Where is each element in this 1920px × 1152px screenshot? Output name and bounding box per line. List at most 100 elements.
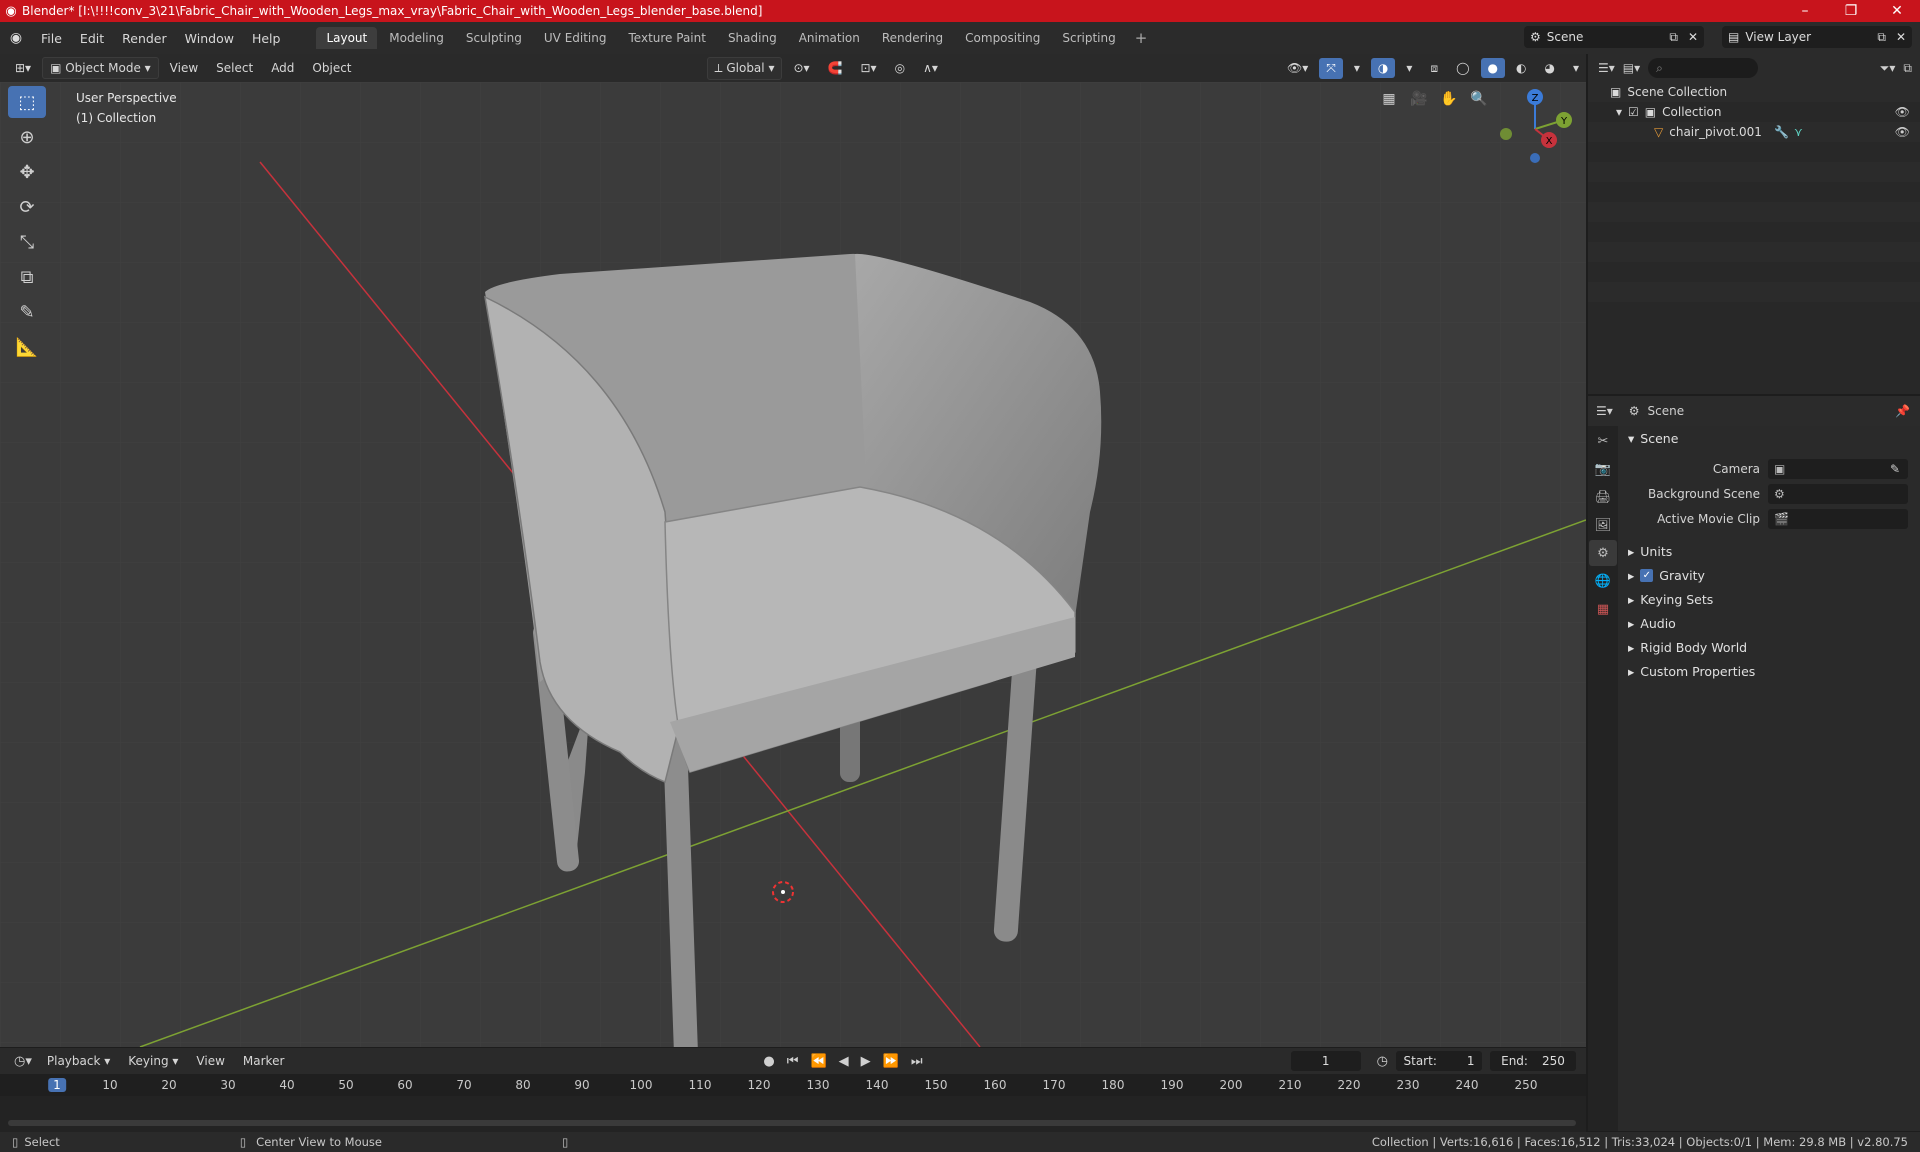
eye-icon[interactable]: 👁 (1895, 105, 1910, 119)
outliner-editor-icon[interactable]: ☰▾ (1598, 61, 1615, 75)
workspace-tab-modeling[interactable]: Modeling (379, 27, 454, 49)
outliner-row-scene-collection[interactable]: ▣ Scene Collection (1588, 82, 1920, 102)
timeline-editor-icon[interactable]: ◷▾ (10, 1054, 36, 1069)
transform-orientation-dropdown[interactable]: ⟂ Global ▾ (706, 56, 783, 80)
workspace-tab-compositing[interactable]: Compositing (955, 27, 1050, 49)
menu-marker[interactable]: Marker (236, 1051, 291, 1071)
pin-icon[interactable]: 📌 (1895, 404, 1920, 418)
xray-icon[interactable]: ⧈ (1423, 58, 1445, 79)
jump-start-icon[interactable]: ⏮ (783, 1054, 803, 1069)
blender-menu-icon[interactable]: ◉ (0, 30, 32, 46)
gizmo-toggle-icon[interactable]: ⤧ (1319, 57, 1343, 79)
jump-end-icon[interactable]: ⏭ (907, 1054, 927, 1069)
record-icon[interactable]: ● (759, 1054, 778, 1069)
menu-help[interactable]: Help (243, 31, 290, 46)
keying-sets-panel-header[interactable]: ▸ Keying Sets (1620, 587, 1920, 611)
workspace-tab-sculpting[interactable]: Sculpting (456, 27, 532, 49)
scene-tab-icon[interactable]: ⚙ (1589, 540, 1617, 566)
snap-target-icon[interactable]: ⊡▾ (854, 58, 884, 78)
modifier-icon[interactable]: 🔧 (1774, 125, 1789, 139)
cursor-icon[interactable]: ⊕ (8, 121, 46, 153)
menu-select[interactable]: Select (209, 58, 260, 78)
snap-icon[interactable]: 🧲 (821, 58, 850, 78)
menu-object[interactable]: Object (305, 58, 358, 78)
menu-edit[interactable]: Edit (71, 31, 113, 46)
render-tab-icon[interactable]: 📷 (1589, 456, 1617, 482)
start-frame-field[interactable]: Start: 1 (1396, 1051, 1482, 1071)
scene-selector[interactable]: ⚙ Scene ⧉ ✕ (1524, 26, 1704, 48)
mode-dropdown[interactable]: ▣ Object Mode ▾ (42, 57, 159, 79)
custom-properties-panel-header[interactable]: ▸ Custom Properties (1620, 659, 1920, 683)
audio-panel-header[interactable]: ▸ Audio (1620, 611, 1920, 635)
units-panel-header[interactable]: ▸ Units (1620, 539, 1920, 563)
expand-arrow-icon[interactable]: ▾ (1616, 105, 1628, 119)
zoom-view-icon[interactable]: 🔍 (1466, 86, 1492, 112)
menu-file[interactable]: File (32, 31, 71, 46)
rendered-shading-icon[interactable]: ◕ (1537, 58, 1561, 78)
new-collection-icon[interactable]: ⧉ (1903, 61, 1920, 76)
current-frame-field[interactable]: 1 (1290, 1051, 1361, 1071)
scene-panel-header[interactable]: ▾ Scene (1620, 426, 1920, 450)
workspace-tab-layout[interactable]: Layout (316, 27, 378, 49)
workspace-tab-uv-editing[interactable]: UV Editing (534, 27, 617, 49)
menu-window[interactable]: Window (176, 31, 243, 46)
outliner-row-object[interactable]: ▽ chair_pivot.001 🔧 ⋎ 👁 (1588, 122, 1920, 142)
transform-icon[interactable]: ⧉ (8, 261, 46, 293)
workspace-tab-shading[interactable]: Shading (718, 27, 787, 49)
menu-view[interactable]: View (163, 58, 205, 78)
annotate-icon[interactable]: ✎ (8, 296, 46, 328)
include-checkbox[interactable]: ☑ (1628, 105, 1645, 119)
solid-shading-icon[interactable]: ● (1480, 58, 1505, 78)
output-tab-icon[interactable]: 🖨 (1589, 484, 1617, 510)
select-box-icon[interactable]: ⬚ (8, 86, 46, 118)
camera-field[interactable]: ▣ (1768, 458, 1908, 479)
active-movie-clip-field[interactable]: 🎬 (1768, 508, 1908, 529)
shading-dropdown-icon[interactable]: ▾ (1566, 58, 1586, 78)
proportional-edit-icon[interactable]: ◎ (888, 58, 912, 78)
menu-keying[interactable]: Keying ▾ (121, 1051, 185, 1071)
rigid-body-world-panel-header[interactable]: ▸ Rigid Body World (1620, 635, 1920, 659)
visibility-icon[interactable]: 👁▾ (1280, 58, 1315, 78)
overlay-dropdown-icon[interactable]: ▾ (1399, 58, 1419, 78)
material-shading-icon[interactable]: ◐ (1509, 58, 1533, 78)
menu-playback[interactable]: Playback ▾ (40, 1051, 117, 1071)
menu-render[interactable]: Render (113, 31, 176, 46)
texture-tab-icon[interactable]: ▦ (1589, 596, 1617, 622)
outliner-search-input[interactable]: ⌕ (1648, 58, 1759, 78)
overlay-toggle-icon[interactable]: ◑ (1370, 58, 1396, 78)
close-button[interactable]: ✕ (1874, 3, 1920, 19)
mesh-data-icon[interactable]: ⋎ (1794, 125, 1803, 139)
play-icon[interactable]: ▶ (857, 1054, 875, 1069)
measure-icon[interactable]: 📐 (8, 331, 46, 363)
play-reverse-icon[interactable]: ◀ (835, 1054, 853, 1069)
filter-icon[interactable]: ⏷▾ (1880, 61, 1896, 76)
workspace-tab-scripting[interactable]: Scripting (1052, 27, 1125, 49)
eye-icon[interactable]: 👁 (1895, 125, 1910, 139)
delete-view-layer-icon[interactable]: ✕ (1890, 30, 1912, 44)
end-frame-field[interactable]: End: 250 (1490, 1051, 1576, 1071)
rotate-icon[interactable]: ⟳ (8, 191, 46, 223)
maximize-button[interactable]: ❐ (1828, 3, 1874, 19)
gizmo-dropdown-icon[interactable]: ▾ (1347, 58, 1367, 78)
next-keyframe-icon[interactable]: ⏩ (879, 1054, 903, 1069)
move-icon[interactable]: ✥ (8, 156, 46, 188)
world-tab-icon[interactable]: 🌐 (1589, 568, 1617, 594)
workspace-tab-texture-paint[interactable]: Texture Paint (619, 27, 716, 49)
camera-view-icon[interactable]: 🎥 (1406, 86, 1432, 112)
new-scene-icon[interactable]: ⧉ (1665, 30, 1682, 45)
wireframe-shading-icon[interactable]: ◯ (1449, 58, 1476, 78)
gravity-panel-header[interactable]: ▸ ✓ Gravity (1620, 563, 1920, 587)
view-layer-selector[interactable]: ▤ View Layer ⧉ ✕ (1722, 26, 1912, 48)
scale-icon[interactable]: ⤡ (8, 226, 46, 258)
new-view-layer-icon[interactable]: ⧉ (1873, 30, 1890, 45)
background-scene-field[interactable]: ⚙ (1768, 483, 1908, 504)
workspace-tab-animation[interactable]: Animation (789, 27, 870, 49)
outliner-row-collection[interactable]: ▾ ☑ ▣ Collection 👁 (1588, 102, 1920, 122)
display-mode-icon[interactable]: ▤▾ (1623, 61, 1640, 75)
add-workspace-button[interactable]: + (1127, 29, 1156, 47)
workspace-tab-rendering[interactable]: Rendering (872, 27, 953, 49)
frame-ruler[interactable]: 1 10 20 30 40 50 60 70 80 90 100 110 120 130 140 150 160… (0, 1074, 1586, 1096)
editor-type-icon[interactable]: ⊞▾ (8, 58, 38, 78)
preview-range-icon[interactable]: ◷ (1373, 1054, 1392, 1069)
delete-scene-icon[interactable]: ✕ (1682, 30, 1704, 44)
